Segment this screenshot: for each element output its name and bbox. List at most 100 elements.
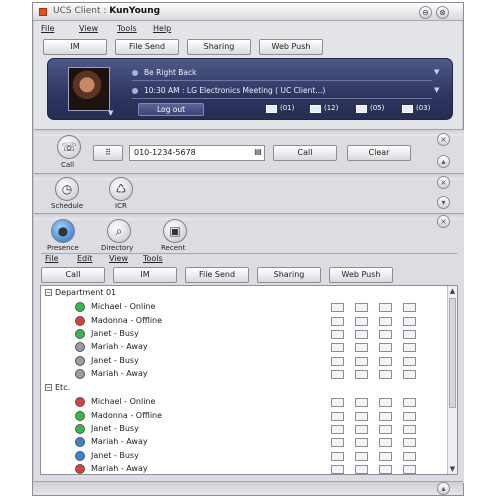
contact-im-icon[interactable] [355,343,368,353]
keypad-button[interactable]: ⠿ [93,145,123,161]
contact-mail-icon[interactable] [403,356,416,366]
contact-phone-icon[interactable] [331,464,344,474]
group-header[interactable]: − Etc. [45,383,70,392]
contact-web-push-button[interactable]: Web Push [329,267,393,283]
collapse-section-icon[interactable]: ▴ [437,155,450,168]
contact-row[interactable]: Mariah - Away [41,463,447,474]
contact-file-icon[interactable] [379,369,392,379]
address-book-icon[interactable]: ▤ [251,145,265,161]
contacts-menu-file[interactable]: File [45,254,58,263]
contacts-menu-view[interactable]: View [109,254,128,263]
message-icon[interactable] [310,105,321,113]
contact-mail-icon[interactable] [403,316,416,326]
call-button[interactable]: Call [273,145,337,161]
status-dropdown-icon[interactable]: ▼ [434,68,439,76]
menu-file[interactable]: File [41,24,54,33]
tab-recent[interactable]: Recent [161,244,185,252]
collapse-group-icon[interactable]: − [45,289,52,296]
contact-row[interactable]: Madonna - Offline [41,410,447,423]
menu-view[interactable]: View [79,24,98,33]
contact-im-icon[interactable] [355,329,368,339]
clear-button[interactable]: Clear [347,145,411,161]
contact-row[interactable]: Mariah - Away [41,368,447,381]
schedule-dropdown-icon[interactable]: ▼ [434,86,439,94]
avatar-dropdown-icon[interactable]: ▼ [108,109,113,117]
tab-directory[interactable]: Directory [101,244,133,252]
contact-file-icon[interactable] [379,316,392,326]
contact-mail-icon[interactable] [403,425,416,434]
icr-icon[interactable]: ♺ [109,177,133,201]
contact-phone-icon[interactable] [331,329,344,339]
contacts-menu-edit[interactable]: Edit [77,254,93,263]
contact-im-icon[interactable] [355,303,368,313]
contact-mail-icon[interactable] [403,451,416,461]
web-push-button[interactable]: Web Push [259,39,323,55]
phone-icon[interactable]: ☏ [57,135,81,159]
call-log-icon[interactable] [266,105,277,113]
contact-mail-icon[interactable] [403,329,416,339]
minimize-icon[interactable]: ⊖ [419,6,432,19]
vertical-scrollbar[interactable]: ▲ ▼ [447,286,457,474]
schedule-text[interactable]: 10:30 AM : LG Electronics Meeting ( UC C… [144,86,325,95]
contact-row[interactable]: Mariah - Away [41,436,447,449]
contact-row[interactable]: Janet - Busy [41,355,447,368]
scroll-down-icon[interactable]: ▼ [449,465,456,473]
collapse-group-icon[interactable]: − [45,384,52,392]
menu-help[interactable]: Help [153,24,171,33]
contact-im-icon[interactable] [355,411,368,421]
recent-icon[interactable]: ▣ [163,219,187,243]
contact-im-icon[interactable] [355,438,368,448]
contact-file-icon[interactable] [379,451,392,461]
close-section-icon[interactable]: × [437,176,450,189]
contact-mail-icon[interactable] [403,343,416,353]
collapse-section-icon[interactable]: ▴ [437,482,450,495]
title-bar[interactable]: UCS Client : KunYoung ⊖ ⊗ [33,3,463,21]
contact-phone-icon[interactable] [331,343,344,353]
contact-file-icon[interactable] [379,411,392,421]
contact-mail-icon[interactable] [403,303,416,313]
contact-im-icon[interactable] [355,369,368,379]
voicemail-icon[interactable] [402,105,413,113]
contact-file-icon[interactable] [379,356,392,366]
contact-file-icon[interactable] [379,343,392,353]
contact-file-icon[interactable] [379,438,392,448]
avatar[interactable] [68,67,110,111]
clock-icon[interactable]: ◷ [55,177,79,201]
contact-mail-icon[interactable] [403,438,416,448]
contact-mail-icon[interactable] [403,411,416,421]
contact-im-icon[interactable] [355,316,368,326]
contact-mail-icon[interactable] [403,464,416,474]
presence-status[interactable]: Be Right Back [144,68,197,77]
im-button[interactable]: IM [43,39,107,55]
file-send-button[interactable]: File Send [115,39,179,55]
contact-phone-icon[interactable] [331,438,344,448]
contact-file-send-button[interactable]: File Send [185,267,249,283]
contact-row[interactable]: Michael - Online [41,396,447,409]
contact-phone-icon[interactable] [331,411,344,421]
contact-phone-icon[interactable] [331,425,344,434]
contact-row[interactable]: Janet - Busy [41,423,447,436]
contact-call-button[interactable]: Call [41,267,105,283]
scroll-up-icon[interactable]: ▲ [449,287,456,295]
group-header[interactable]: − Department 01 [45,288,116,297]
presence-icon[interactable]: ● [51,219,75,243]
contact-sharing-button[interactable]: Sharing [257,267,321,283]
contact-im-icon[interactable] [355,451,368,461]
contact-im-button[interactable]: IM [113,267,177,283]
scroll-thumb[interactable] [449,298,456,408]
contact-row[interactable]: Janet - Busy [41,450,447,463]
mail-icon[interactable] [356,105,367,113]
contact-im-icon[interactable] [355,425,368,434]
close-icon[interactable]: ⊗ [436,6,449,19]
sharing-button[interactable]: Sharing [187,39,251,55]
contact-im-icon[interactable] [355,398,368,408]
contact-phone-icon[interactable] [331,316,344,326]
contact-file-icon[interactable] [379,329,392,339]
menu-tools[interactable]: Tools [117,24,137,33]
expand-section-icon[interactable]: ▾ [437,196,450,209]
contact-phone-icon[interactable] [331,451,344,461]
contact-row[interactable]: Madonna - Offline [41,315,447,328]
directory-icon[interactable]: ⌕ [107,219,131,243]
close-section-icon[interactable]: × [437,215,450,228]
close-section-icon[interactable]: × [437,133,450,146]
